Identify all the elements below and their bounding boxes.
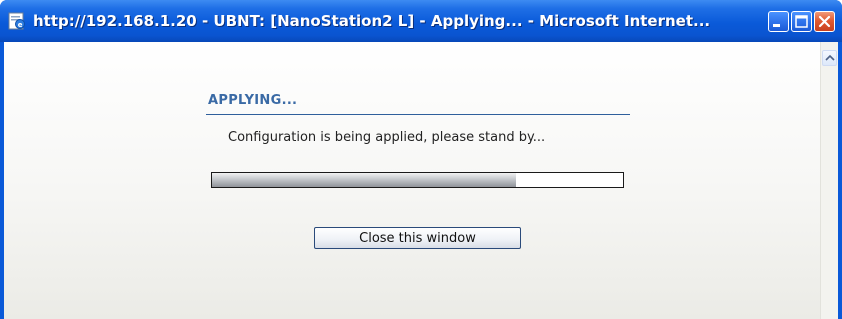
browser-window: e http://192.168.1.20 - UBNT: [NanoStati… [0, 0, 842, 319]
page-title: APPLYING... [208, 93, 298, 108]
progress-fill [212, 173, 517, 187]
title-bar[interactable]: e http://192.168.1.20 - UBNT: [NanoStati… [0, 0, 842, 42]
progress-bar [211, 172, 624, 188]
ie-page-icon: e [7, 11, 27, 31]
window-title: http://192.168.1.20 - UBNT: [NanoStation… [33, 12, 711, 30]
minimize-icon [773, 24, 780, 27]
status-message: Configuration is being applied, please s… [228, 130, 546, 145]
close-window-button[interactable] [814, 11, 835, 32]
page-content: APPLYING... Configuration is being appli… [4, 42, 838, 319]
minimize-button[interactable] [768, 11, 789, 32]
maximize-button[interactable] [791, 11, 812, 32]
vertical-scrollbar[interactable] [820, 42, 838, 319]
svg-text:e: e [18, 21, 23, 29]
scroll-up-button[interactable] [822, 50, 837, 66]
heading-divider [206, 114, 630, 115]
maximize-icon [795, 15, 808, 28]
close-icon [818, 15, 831, 28]
close-this-window-button[interactable]: Close this window [314, 227, 521, 249]
chevron-up-icon [825, 54, 835, 61]
